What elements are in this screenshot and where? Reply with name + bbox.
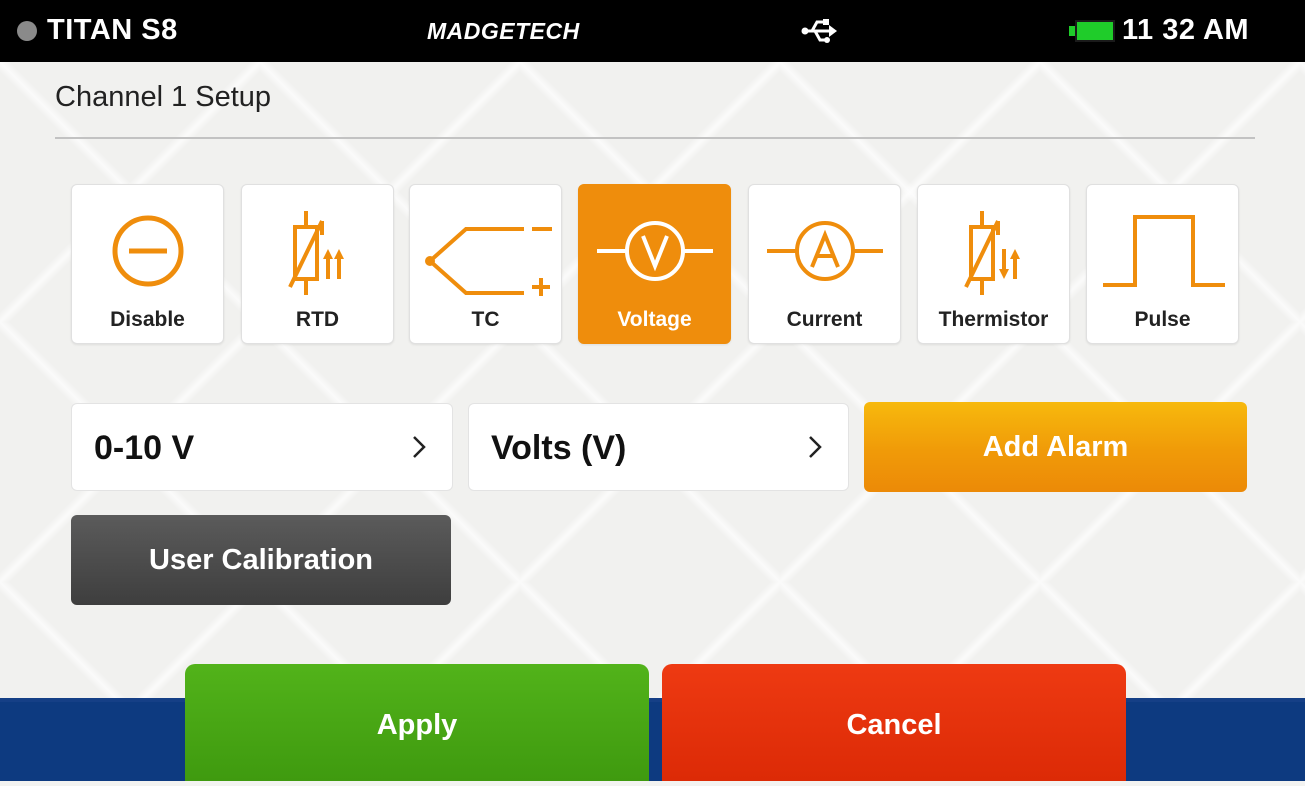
chevron-right-icon — [413, 436, 426, 458]
pulse-icon — [1103, 215, 1225, 287]
usb-icon — [801, 19, 837, 43]
ammeter-icon — [767, 221, 883, 281]
device-name: TITAN S8 — [47, 14, 178, 46]
channel-type-voltage[interactable]: Voltage — [578, 184, 731, 344]
tile-label: TC — [471, 308, 500, 331]
tile-label: Disable — [110, 308, 185, 331]
tile-label: Thermistor — [938, 308, 1049, 331]
tile-label: Pulse — [1134, 308, 1191, 331]
range-value: 0-10 V — [94, 429, 195, 467]
unit-selector[interactable]: Volts (V) — [468, 403, 849, 491]
rtd-icon — [288, 211, 344, 295]
status-bar: TITAN S8 MADGETECH 11 32 AM — [0, 0, 1305, 62]
battery-icon — [1075, 20, 1115, 42]
clock: 11 32 AM — [1122, 14, 1250, 46]
tile-label: Voltage — [617, 308, 692, 331]
channel-type-pulse[interactable]: Pulse — [1086, 184, 1239, 344]
chevron-right-icon — [809, 436, 822, 458]
thermocouple-icon — [425, 227, 552, 296]
channel-type-tc[interactable]: TC — [409, 184, 562, 344]
range-selector[interactable]: 0-10 V — [71, 403, 453, 491]
title-divider — [55, 137, 1255, 139]
tile-label: RTD — [295, 308, 340, 331]
status-indicator-icon — [17, 21, 37, 41]
apply-button[interactable]: Apply — [185, 664, 649, 781]
channel-type-disable[interactable]: Disable — [71, 184, 224, 344]
channel-type-rtd[interactable]: RTD — [241, 184, 394, 344]
channel-type-thermistor[interactable]: Thermistor — [917, 184, 1070, 344]
add-alarm-button[interactable]: Add Alarm — [864, 402, 1247, 492]
thermistor-icon — [964, 211, 1020, 295]
unit-value: Volts (V) — [491, 429, 627, 467]
voltmeter-icon — [597, 221, 713, 281]
disable-icon — [112, 215, 184, 287]
page-title: Channel 1 Setup — [55, 81, 272, 113]
tile-label: Current — [786, 308, 863, 331]
channel-type-current[interactable]: Current — [748, 184, 901, 344]
brand-logo: MADGETECH — [427, 18, 580, 44]
cancel-button[interactable]: Cancel — [662, 664, 1126, 781]
user-calibration-button[interactable]: User Calibration — [71, 515, 451, 605]
